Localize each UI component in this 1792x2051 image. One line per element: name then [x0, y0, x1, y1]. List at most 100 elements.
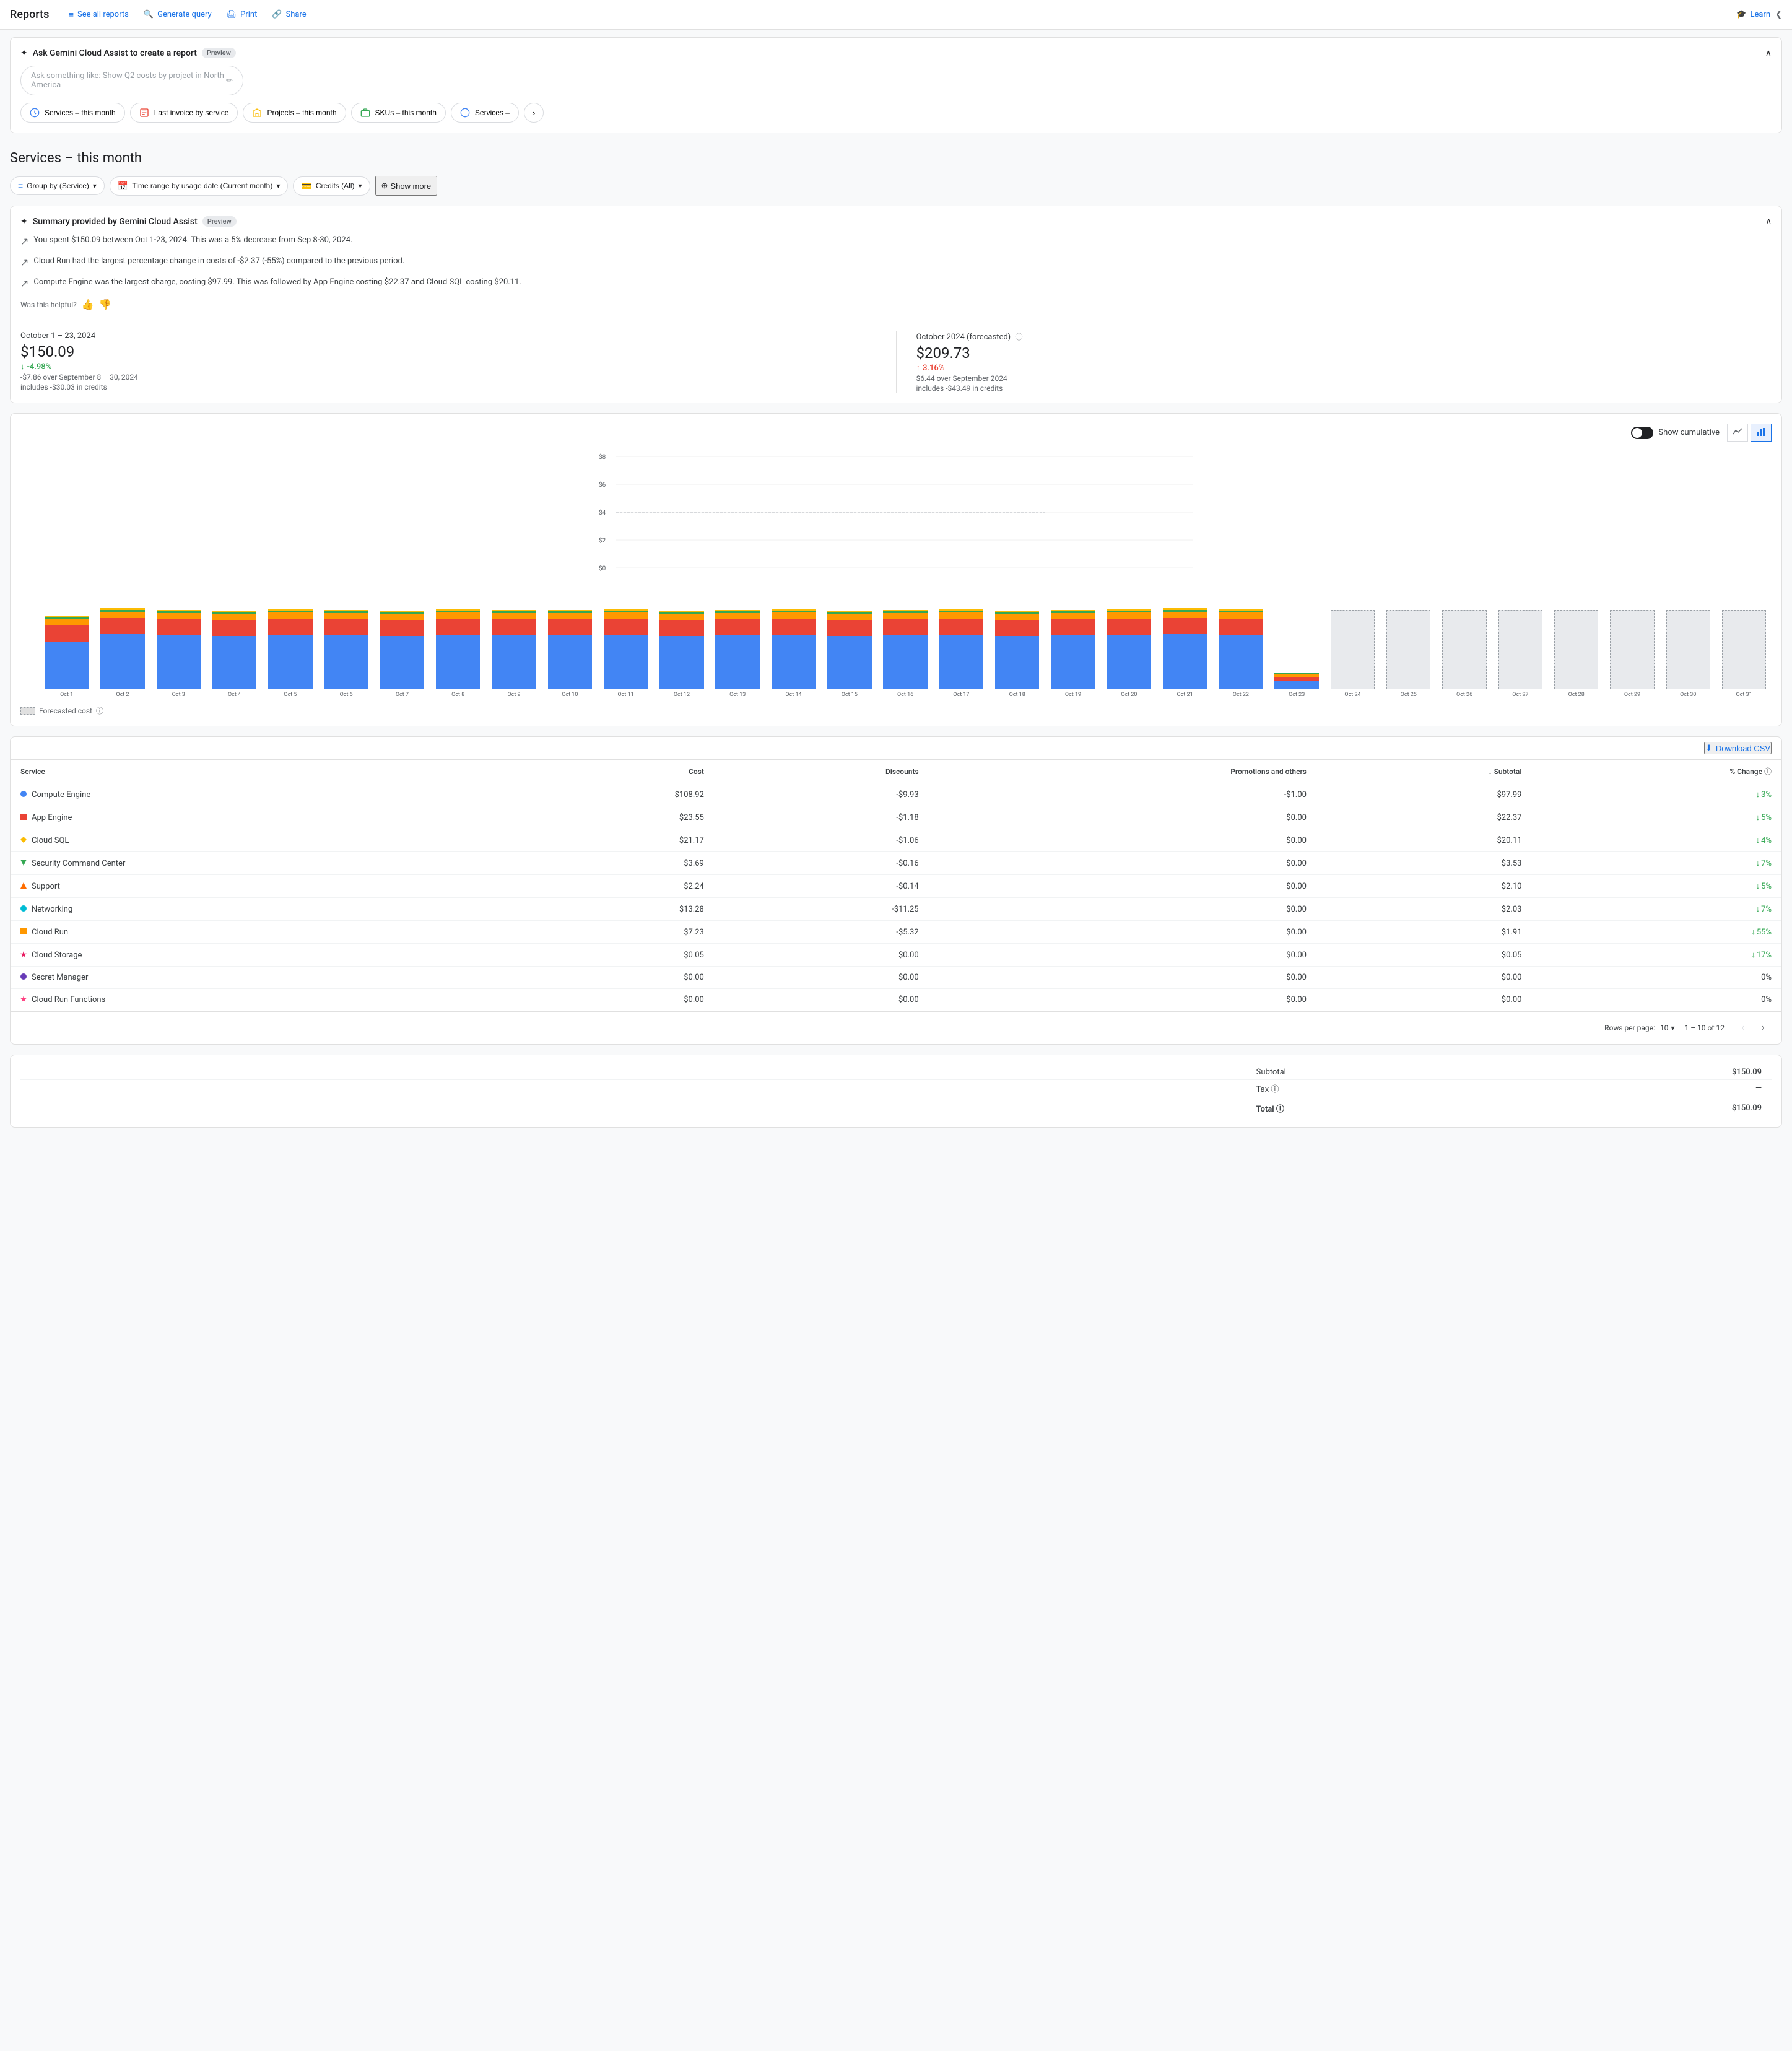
time-range-filter[interactable]: 📅 Time range by usage date (Current mont… — [110, 176, 288, 196]
change-cell: ↓5% — [1531, 875, 1781, 898]
cost-cell: $0.00 — [515, 989, 714, 1011]
bar-segment — [995, 614, 1039, 621]
discounts-cell: -$0.16 — [714, 852, 929, 875]
subtotal-col-header[interactable]: ↓ Subtotal — [1316, 760, 1532, 783]
prev-page-button[interactable]: ‹ — [1734, 1019, 1752, 1037]
thumbs-down-button[interactable]: 👎 — [99, 298, 111, 311]
tax-value: — — [1510, 1080, 1772, 1097]
bar-segment — [380, 620, 424, 636]
bar-segment — [1107, 619, 1151, 635]
line-chart-button[interactable] — [1727, 424, 1748, 442]
service-cell: Security Command Center — [11, 852, 515, 875]
bar-segment — [436, 635, 480, 689]
toggle-switch[interactable] — [1631, 427, 1653, 439]
share-link[interactable]: 🔗 Share — [267, 7, 311, 22]
page-navigation: ‹ › — [1734, 1019, 1772, 1037]
bar-label-16: Oct 17 — [934, 692, 989, 698]
bar-chart-button[interactable] — [1751, 424, 1772, 442]
bar-segment — [492, 613, 536, 619]
service-icon — [20, 790, 27, 799]
gemini-input[interactable]: Ask something like: Show Q2 costs by pro… — [20, 66, 243, 95]
discounts-cell: $0.00 — [714, 989, 929, 1011]
learn-button[interactable]: 🎓 Learn — [1736, 10, 1770, 19]
change-cell: ↓5% — [1531, 806, 1781, 829]
bar-segment — [100, 612, 144, 618]
change-cell: ↓3% — [1531, 783, 1781, 806]
discounts-cell: $0.00 — [714, 944, 929, 967]
see-all-reports-link[interactable]: ≡ See all reports — [64, 7, 134, 22]
generate-query-link[interactable]: 🔍 Generate query — [139, 7, 217, 22]
table-row: Secret Manager $0.00 $0.00 $0.00 $0.00 0… — [11, 967, 1781, 989]
forecasted-bar-27 — [1554, 610, 1598, 689]
bar-stack-17 — [995, 611, 1039, 689]
quick-report-services-month[interactable]: Services – this month — [20, 103, 125, 123]
calendar-icon: 📅 — [118, 181, 128, 191]
promos-cell: $0.00 — [929, 898, 1316, 921]
services-table: Service Cost Discounts Promotions and ot… — [11, 760, 1781, 1011]
bar-segment — [268, 635, 312, 689]
bar-group-1 — [95, 590, 150, 689]
summary-collapse-icon[interactable]: ∧ — [1765, 217, 1772, 226]
service-icon — [20, 859, 27, 868]
quick-report-projects-month[interactable]: Projects – this month — [243, 103, 346, 123]
forecasted-amount: $209.73 — [916, 344, 1772, 362]
service-name: Secret Manager — [32, 973, 88, 982]
quick-report-last-invoice[interactable]: Last invoice by service — [130, 103, 238, 123]
rows-per-page-select[interactable]: 10 ▾ — [1660, 1024, 1675, 1032]
nav-links: ≡ See all reports 🔍 Generate query 🖨 Pri… — [64, 7, 1721, 22]
bar-segment — [324, 635, 368, 689]
credits-filter[interactable]: 💳 Credits (All) ▾ — [293, 176, 370, 196]
bar-group-3 — [207, 590, 262, 689]
cost-cell: $108.92 — [515, 783, 714, 806]
bar-label-10: Oct 11 — [598, 692, 653, 698]
chevron-down-icon: ▾ — [1671, 1024, 1674, 1032]
bar-segment — [212, 636, 256, 689]
bar-group-11 — [654, 590, 709, 689]
filters-bar: ≡ Group by (Service) ▾ 📅 Time range by u… — [10, 176, 1782, 196]
more-quick-reports-button[interactable]: › — [524, 103, 544, 123]
bar-stack-20 — [1163, 608, 1207, 689]
bar-group-17 — [990, 590, 1045, 689]
chevron-down-icon: ▾ — [276, 181, 280, 190]
gemini-header: ✦ Ask Gemini Cloud Assist to create a re… — [20, 48, 1772, 58]
bar-label-14: Oct 15 — [822, 692, 877, 698]
table-row: Compute Engine $108.92 -$9.93 -$1.00 $97… — [11, 783, 1781, 806]
forecasted-legend: Forecasted cost ⓘ — [20, 705, 1772, 716]
bar-segment — [827, 636, 871, 689]
subtotal-cell: $2.03 — [1316, 898, 1532, 921]
collapse-button[interactable]: ❮ — [1775, 10, 1782, 19]
forecasted-bar-28 — [1610, 610, 1654, 689]
bar-segment — [45, 642, 89, 689]
service-name: Cloud Run Functions — [32, 995, 105, 1004]
totals-section: Subtotal $150.09 Tax ⓘ — Total ⓘ $150.09 — [10, 1055, 1782, 1128]
bar-label-1: Oct 2 — [95, 692, 150, 698]
summary-header: ✦ Summary provided by Gemini Cloud Assis… — [20, 216, 1772, 227]
download-csv-button[interactable]: ⬇ Download CSV — [1704, 742, 1772, 754]
bar-group-24 — [1381, 590, 1436, 689]
quick-report-services[interactable]: Services – — [451, 103, 519, 123]
chevron-down-icon: ▾ — [93, 181, 97, 190]
chart-type-buttons — [1727, 424, 1772, 442]
bar-group-10 — [598, 590, 653, 689]
print-link[interactable]: 🖨 Print — [222, 7, 263, 22]
table-row: Cloud Storage $0.05 $0.00 $0.00 $0.05 ↓1… — [11, 944, 1781, 967]
show-more-button[interactable]: ⊕ Show more — [375, 176, 438, 196]
bar-chart: $8 $6 $4 $2 $0 — [20, 451, 1772, 588]
bar-segment — [659, 636, 703, 689]
group-by-filter[interactable]: ≡ Group by (Service) ▾ — [10, 176, 105, 195]
service-name: Compute Engine — [32, 790, 90, 799]
bar-label-5: Oct 6 — [318, 692, 373, 698]
promos-col-header: Promotions and others — [929, 760, 1316, 783]
gemini-collapse-icon[interactable]: ∧ — [1765, 48, 1772, 58]
expand-icon: ⊕ — [381, 181, 388, 191]
table-row: App Engine $23.55 -$1.18 $0.00 $22.37 ↓5… — [11, 806, 1781, 829]
bar-stack-4 — [268, 609, 312, 689]
service-name: Support — [32, 882, 60, 891]
learn-icon: 🎓 — [1736, 10, 1746, 19]
next-page-button[interactable]: › — [1754, 1019, 1772, 1037]
bar-segment — [604, 612, 648, 619]
thumbs-up-button[interactable]: 👍 — [82, 298, 94, 311]
quick-report-skus-month[interactable]: SKUs – this month — [351, 103, 446, 123]
subtotal-cell: $0.00 — [1316, 967, 1532, 989]
bar-stack-6 — [380, 611, 424, 689]
